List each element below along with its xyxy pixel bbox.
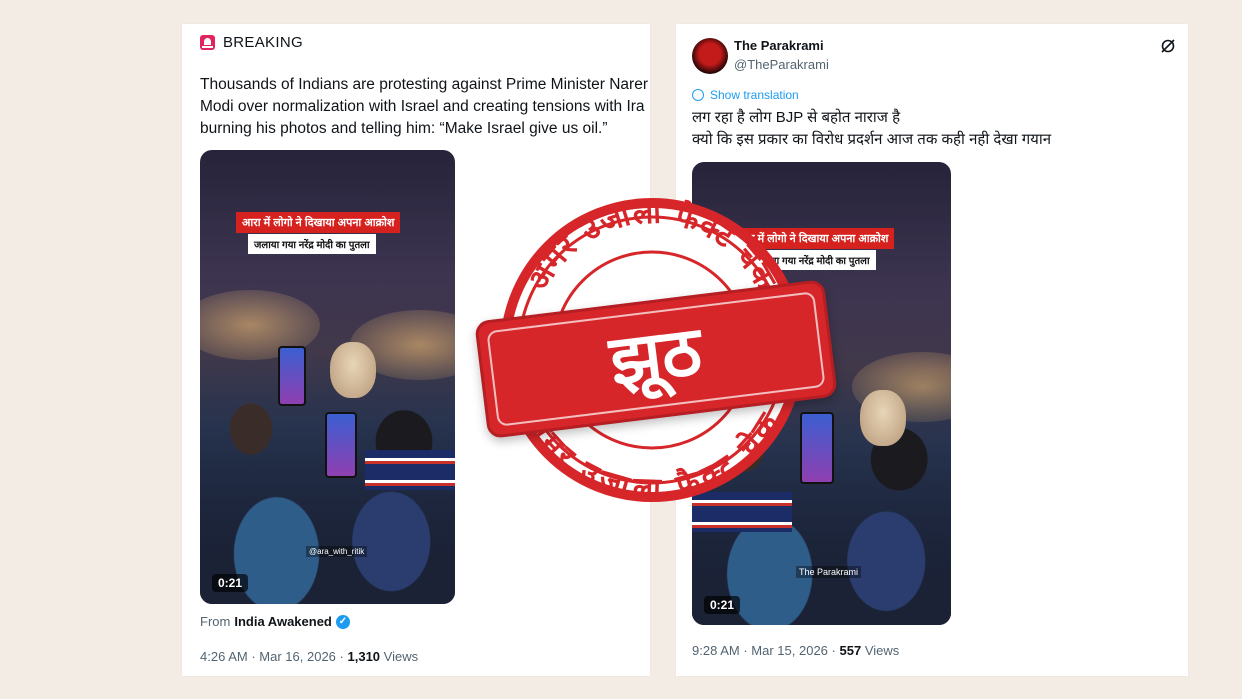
tweet-text-line: burning his photos and telling him: “Mak… (200, 120, 608, 137)
views-count: 1,310 (347, 649, 381, 664)
video-banner-line2: जलाया गया नरेंद्र मोदी का पुतला (748, 250, 876, 270)
tweet-time[interactable]: 4:26 AM (200, 649, 248, 664)
from-account-link[interactable]: India Awakened (234, 614, 332, 629)
video-banner-line1: आरा में लोगो ने दिखाया अपना आक्रोश (236, 212, 401, 233)
tweet-text-line: लग रहा है लोग BJP से बहोत नाराज है (692, 109, 901, 126)
grok-icon[interactable] (1160, 38, 1176, 54)
video-duration: 0:21 (704, 596, 741, 614)
show-translation-label: Show translation (710, 88, 799, 102)
tweet-card-right: The Parakrami @TheParakrami Show transla… (676, 24, 1188, 676)
video-duration: 0:21 (212, 574, 249, 592)
phone-image (800, 412, 834, 484)
translate-icon (692, 89, 704, 101)
tweet-meta: 9:28 AM · Mar 15, 2026 · 557 Views (692, 643, 899, 658)
video-watermark: The Parakrami (796, 566, 862, 578)
views-count: 557 (839, 643, 862, 658)
tweet-text-line: Thousands of Indians are protesting agai… (200, 76, 648, 93)
phone-image (325, 412, 357, 478)
meta-separator: · (251, 649, 256, 664)
tweet-date[interactable]: Mar 16, 2026 (259, 649, 336, 664)
video-player[interactable]: आरा में लोगो ने दिखाया अपना आक्रोश जलाया… (200, 150, 455, 604)
breaking-text: BREAKING (223, 34, 303, 51)
tweet-time[interactable]: 9:28 AM (692, 643, 740, 658)
tweet-date[interactable]: Mar 15, 2026 (751, 643, 828, 658)
siren-icon (200, 35, 215, 50)
views-label: Views (383, 649, 419, 664)
from-row: From India Awakened ✓ (200, 614, 350, 629)
meta-separator: · (831, 643, 836, 658)
shirt-image (365, 450, 455, 490)
video-watermark: @ara_with_ritik (306, 546, 368, 557)
tweet-meta: 4:26 AM · Mar 16, 2026 · 1,310 Views (200, 649, 418, 664)
tweet-text: Thousands of Indians are protesting agai… (200, 74, 650, 140)
views-label: Views (864, 643, 900, 658)
avatar[interactable] (692, 38, 728, 74)
video-banner-line1: आरा में लोगो ने दिखाया अपना आक्रोश (730, 228, 895, 249)
author-handle[interactable]: @TheParakrami (734, 57, 829, 72)
phone-image (278, 346, 306, 406)
from-prefix: From (200, 614, 231, 629)
author-name[interactable]: The Parakrami (734, 38, 824, 53)
show-translation-link[interactable]: Show translation (692, 88, 799, 102)
tweet-text-line: क्यो कि इस प्रकार का विरोध प्रदर्शन आज त… (692, 131, 1052, 148)
tweet-text: लग रहा है लोग BJP से बहोत नाराज है क्यो … (692, 107, 1051, 151)
effigy-image (860, 390, 906, 446)
tweet-text-line: Modi over normalization with Israel and … (200, 98, 645, 115)
effigy-image (330, 342, 376, 398)
shirt-image (692, 492, 792, 532)
verified-badge-icon: ✓ (335, 614, 350, 629)
tweet-card-left: BREAKING Thousands of Indians are protes… (182, 24, 650, 676)
meta-separator: · (339, 649, 344, 664)
meta-separator: · (743, 643, 748, 658)
video-banner-line2: जलाया गया नरेंद्र मोदी का पुतला (248, 234, 376, 254)
video-player[interactable]: आरा में लोगो ने दिखाया अपना आक्रोश जलाया… (692, 162, 951, 625)
breaking-label: BREAKING (200, 34, 303, 51)
